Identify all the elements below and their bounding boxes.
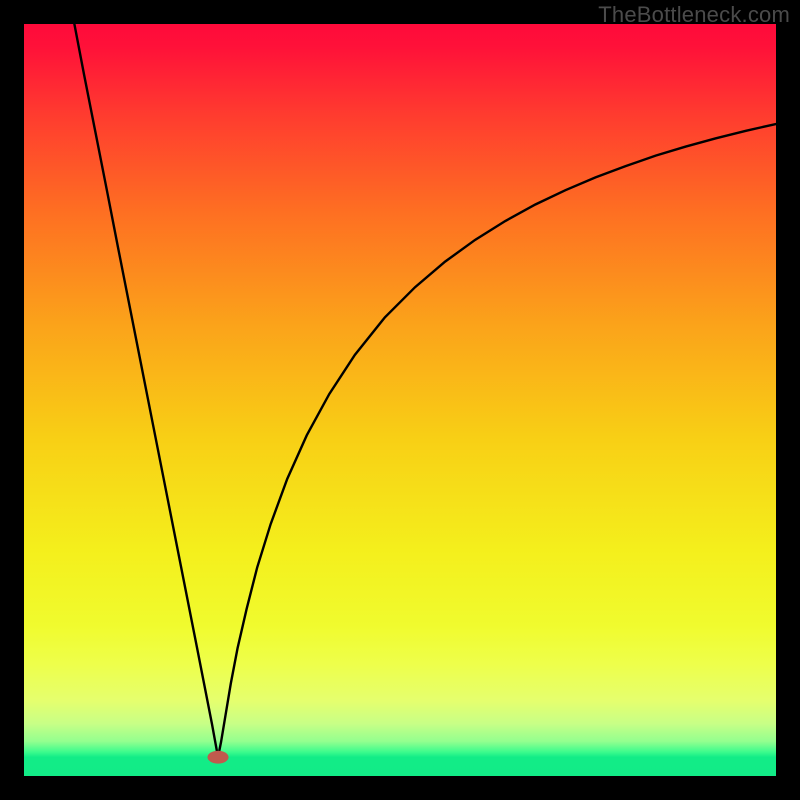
minimum-marker — [207, 751, 228, 764]
gradient-background — [24, 24, 776, 776]
chart-frame — [24, 24, 776, 776]
bottleneck-chart — [24, 24, 776, 776]
